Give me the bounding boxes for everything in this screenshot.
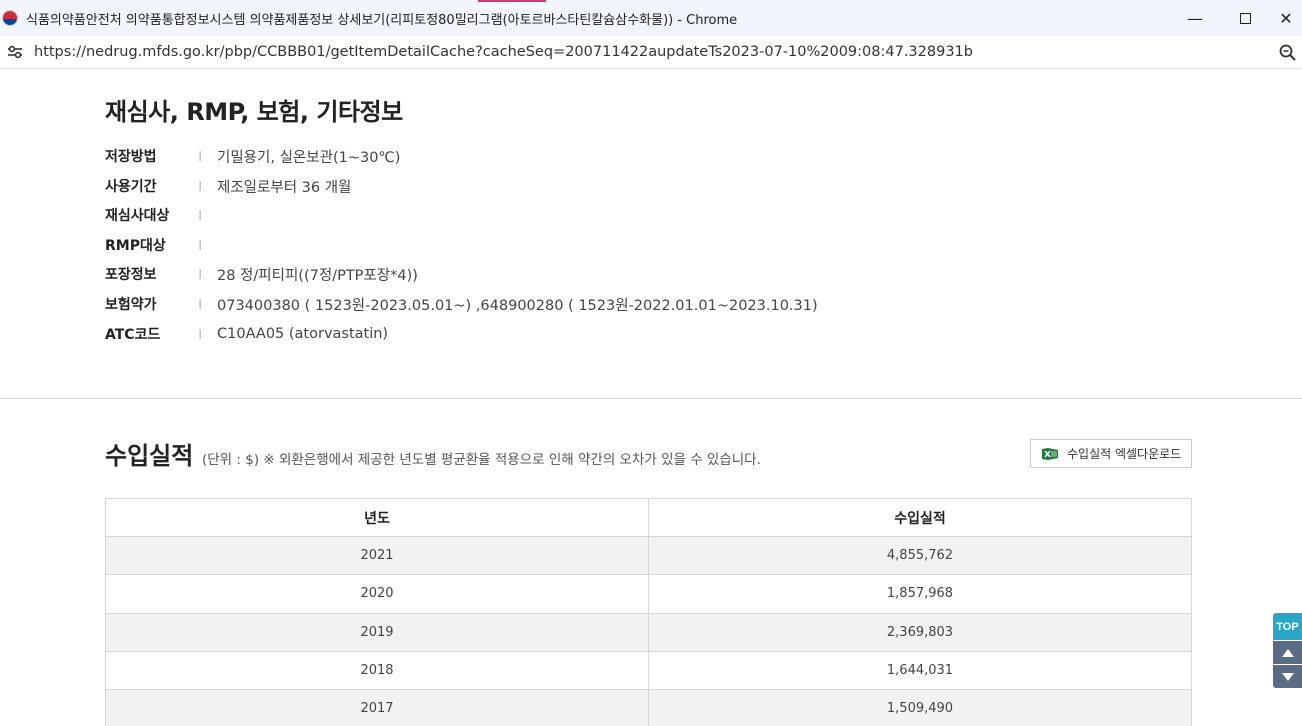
info-separator: ㅣ: [195, 180, 206, 193]
scroll-top-button[interactable]: TOP: [1273, 613, 1302, 640]
info-row-insurance-price: 보험약가 ㅣ 073400380 ( 1523원-2023.05.01~) ,6…: [105, 292, 818, 316]
info-label: 저장방법: [105, 149, 157, 165]
year-cell: 2019: [105, 612, 649, 652]
arrow-up-icon: [1281, 648, 1294, 657]
excel-download-label: 수입실적 엑셀다운로드: [1067, 447, 1182, 461]
info-separator: ㅣ: [195, 239, 206, 252]
info-separator: ㅣ: [195, 150, 206, 163]
info-separator: ㅣ: [195, 298, 206, 311]
amount-cell: 1,857,968: [648, 574, 1192, 614]
section-divider: [0, 398, 1302, 399]
year-cell: 2020: [105, 574, 649, 614]
page-content: 재심사, RMP, 보험, 기타정보 저장방법 ㅣ 기밀용기, 실온보관(1~3…: [0, 70, 1302, 726]
info-value: 28 정/피티피((7정/PTP포장*4)): [217, 267, 418, 284]
maximize-button[interactable]: [1220, 0, 1270, 36]
amount-cell: 1,509,490: [648, 689, 1192, 726]
amount-cell: 1,644,031: [648, 650, 1192, 691]
maximize-icon: [1239, 12, 1251, 24]
table-row: 2021 4,855,762: [105, 535, 1192, 576]
minimize-icon: —: [1187, 8, 1203, 28]
scroll-up-button[interactable]: [1273, 641, 1302, 664]
scroll-down-button[interactable]: [1273, 665, 1302, 688]
info-value: 073400380 ( 1523원-2023.05.01~) ,64890028…: [217, 297, 818, 314]
info-row-storage: 저장방법 ㅣ 기밀용기, 실온보관(1~30℃): [105, 144, 400, 168]
amount-cell: 4,855,762: [648, 535, 1192, 576]
window-title: 식품의약품안전처 의약품통합정보시스템 의약품제품정보 상세보기(리피토정80밀…: [26, 12, 738, 28]
info-row-packaging: 포장정보 ㅣ 28 정/피티피((7정/PTP포장*4)): [105, 262, 418, 286]
review-section-title: 재심사, RMP, 보험, 기타정보: [105, 98, 403, 126]
info-separator: ㅣ: [195, 328, 206, 341]
info-row-shelf-life: 사용기간 ㅣ 제조일로부터 36 개월: [105, 174, 351, 198]
import-table: 년도 수입실적 2021 4,855,762 2020 1,857,968 20…: [105, 498, 1192, 726]
table-row: 2017 1,509,490: [105, 689, 1192, 726]
table-row: 2019 2,369,803: [105, 612, 1192, 652]
close-icon: ✕: [1279, 8, 1293, 28]
info-row-rmp: RMP대상 ㅣ: [105, 233, 217, 257]
info-label: 사용기간: [105, 179, 157, 195]
close-button[interactable]: ✕: [1270, 0, 1302, 36]
info-label: RMP대상: [105, 238, 166, 254]
excel-icon: [1041, 446, 1059, 462]
zoom-icon[interactable]: [1278, 43, 1298, 63]
site-settings-icon[interactable]: [6, 43, 24, 61]
info-value: 제조일로부터 36 개월: [217, 179, 352, 196]
import-unit-note: (단위 : $) ※ 외환은행에서 제공한 년도별 평균환율 적용으로 인해 약…: [202, 452, 761, 468]
info-value: 기밀용기, 실온보관(1~30℃): [217, 149, 401, 166]
info-label: 보험약가: [105, 297, 157, 313]
site-favicon-icon: [2, 10, 18, 26]
info-row-reexamination: 재심사대상 ㅣ: [105, 203, 217, 227]
tab-accent: [478, 0, 546, 2]
table-row: 2020 1,857,968: [105, 574, 1192, 614]
info-value: C10AA05 (atorvastatin): [217, 326, 389, 342]
year-cell: 2018: [105, 650, 649, 691]
column-header-year: 년도: [105, 498, 649, 537]
info-label: 재심사대상: [105, 208, 170, 224]
year-cell: 2021: [105, 535, 649, 576]
minimize-button[interactable]: —: [1170, 0, 1220, 36]
info-separator: ㅣ: [195, 209, 206, 222]
url-text[interactable]: https://nedrug.mfds.go.kr/pbp/CCBBB01/ge…: [34, 44, 973, 60]
window-titlebar: 식품의약품안전처 의약품통합정보시스템 의약품제품정보 상세보기(리피토정80밀…: [0, 0, 1302, 36]
amount-cell: 2,369,803: [648, 612, 1192, 652]
table-row: 2018 1,644,031: [105, 650, 1192, 691]
excel-download-button[interactable]: 수입실적 엑셀다운로드: [1030, 439, 1192, 468]
column-header-amount: 수입실적: [648, 498, 1192, 537]
info-row-atc-code: ATC코드 ㅣ C10AA05 (atorvastatin): [105, 322, 388, 346]
import-section-title: 수입실적: [105, 442, 194, 470]
address-bar[interactable]: https://nedrug.mfds.go.kr/pbp/CCBBB01/ge…: [0, 36, 1302, 69]
info-label: 포장정보: [105, 267, 157, 283]
year-cell: 2017: [105, 689, 649, 726]
info-separator: ㅣ: [195, 268, 206, 281]
arrow-down-icon: [1281, 672, 1294, 681]
info-label: ATC코드: [105, 327, 161, 343]
